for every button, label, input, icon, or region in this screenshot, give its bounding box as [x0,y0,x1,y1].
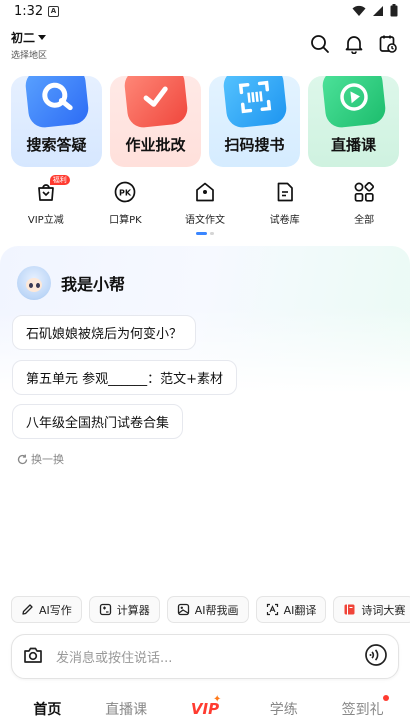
grade-label: 初二 [11,31,36,45]
feature-cards: 搜索答疑 作业批改 扫码搜书 直播课 [11,76,399,167]
battery-icon [390,4,398,17]
search-q-icon [23,76,90,129]
app-screen: 1:32 A 初二 选择地区 搜索答疑 作业批改 扫码搜书 直播课 福利 VIP… [0,0,410,728]
camera-icon[interactable] [22,644,44,670]
shortcut-row: 福利 VIP立减 PK 口算PK 语文作文 试卷库 全部 [0,175,410,226]
feature-label: 搜索答疑 [26,136,87,154]
suggestion-chip[interactable]: 八年级全国热门试卷合集 [12,404,184,439]
bell-icon[interactable] [344,34,364,54]
tool-ai-translate[interactable]: AI翻译 [255,596,327,623]
calculator-icon [99,603,111,616]
book-icon [344,604,355,615]
svg-text:PK: PK [119,189,132,198]
shortcut-vip[interactable]: 福利 VIP立减 [11,175,81,226]
shortcut-label: VIP立减 [27,215,64,226]
nav-vip[interactable]: VIP ✦ [170,694,240,718]
tool-ai-draw[interactable]: AI帮我画 [166,596,249,623]
message-input-bar: 发消息或按住说话... [11,634,399,679]
feature-label: 作业批改 [125,136,186,154]
scan-icon [221,76,288,129]
avatar [17,266,51,300]
tools-row: AI写作 计算器 AI帮我画 AI翻译 诗词大赛 [11,596,410,623]
region-label: 选择地区 [11,51,48,61]
paper-icon [273,180,297,204]
assistant-header: 我是小帮 [17,266,125,300]
feature-card-scan[interactable]: 扫码搜书 [209,76,300,167]
grade-selector[interactable]: 初二 选择地区 [11,29,47,61]
tool-label: 诗词大赛 [361,603,406,617]
vip-bag-icon: 福利 [34,175,70,204]
notification-dot [382,695,389,701]
nav-checkin[interactable]: 签到礼 [328,695,398,719]
translate-icon [266,603,278,616]
feature-label: 扫码搜书 [224,136,285,154]
status-time: 1:32 [14,4,44,19]
voice-icon[interactable] [364,643,388,671]
shortcut-label: 试卷库 [269,215,300,226]
tool-label: AI写作 [39,603,72,617]
pen-icon [22,604,33,615]
nav-home[interactable]: 首页 [12,699,82,719]
tool-ai-write[interactable]: AI写作 [11,596,82,623]
cell-signal-icon [373,5,383,16]
shortcut-pk[interactable]: PK 口算PK [90,180,160,226]
shortcut-all[interactable]: 全部 [329,180,399,226]
header-actions [310,34,398,54]
feature-card-live[interactable]: 直播课 [308,76,399,167]
pk-icon: PK [113,180,137,204]
bottom-nav: 首页 直播课 VIP ✦ 学练 签到礼 [0,690,410,728]
assistant-name: 我是小帮 [61,275,126,294]
tool-label: AI翻译 [283,603,317,617]
caret-down-icon [38,35,47,40]
grid-icon [352,180,376,204]
promo-badge: 福利 [49,175,70,185]
a-icon: A [48,6,59,17]
feature-label: 直播课 [330,136,376,154]
tool-poetry[interactable]: 诗词大赛 [333,596,410,623]
image-icon [177,603,189,616]
suggestion-chip[interactable]: 石矶娘娘被烧后为何变小？ [12,315,197,350]
feature-card-search[interactable]: 搜索答疑 [11,76,102,167]
feature-card-homework[interactable]: 作业批改 [110,76,201,167]
sparkle-icon: ✦ [212,694,222,705]
shortcut-label: 语文作文 [184,215,225,226]
tool-label: 计算器 [116,603,150,617]
shortcut-papers[interactable]: 试卷库 [250,180,320,226]
refresh-button[interactable]: 换一换 [17,451,64,467]
tool-calculator[interactable]: 计算器 [88,596,160,623]
suggestion-chip[interactable]: 第五单元 参观______：范文+素材 [12,360,238,395]
status-icons [352,4,398,17]
status-bar: 1:32 A [0,0,410,26]
refresh-icon [17,454,28,464]
pager-dot-active [196,232,207,235]
check-icon [122,76,189,129]
wifi-icon [352,5,366,16]
nav-live[interactable]: 直播课 [91,699,161,719]
checkin-label: 签到礼 [341,702,384,718]
refresh-label: 换一换 [31,453,64,466]
shortcut-label: 全部 [354,215,375,226]
nav-practice[interactable]: 学练 [249,699,319,719]
shortcut-label: 口算PK [109,215,142,226]
live-play-icon [320,76,387,129]
shortcut-essay[interactable]: 语文作文 [170,180,240,226]
message-input[interactable]: 发消息或按住说话... [56,647,364,666]
history-icon[interactable] [378,34,398,54]
tool-label: AI帮我画 [194,603,239,617]
pager-dot [210,232,214,235]
shortcut-pager [196,232,214,235]
pentagon-icon [193,180,217,204]
search-icon[interactable] [310,34,330,54]
